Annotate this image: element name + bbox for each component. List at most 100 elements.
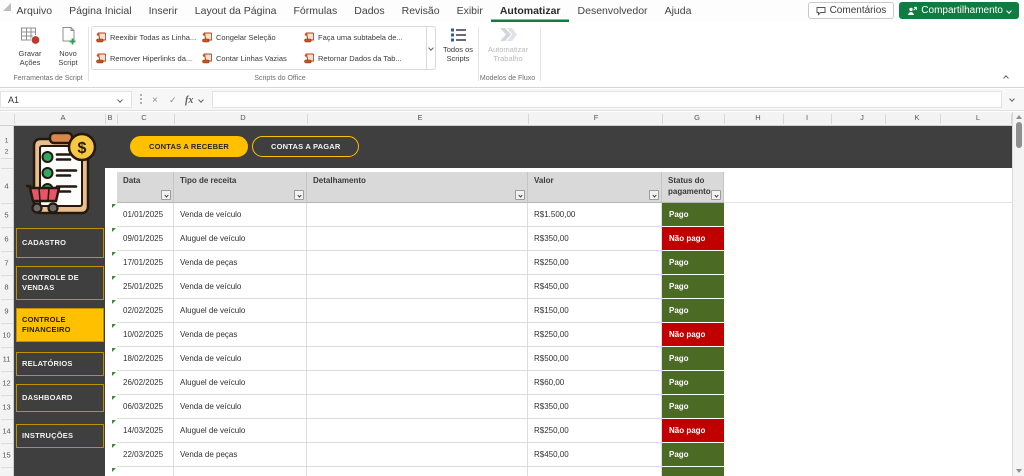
cell-type[interactable]: Aluguel de veículo [174,299,307,323]
cell-detail[interactable] [307,275,528,299]
cell-type[interactable]: Venda de veículo [174,395,307,419]
column-header-f[interactable]: F [594,113,599,122]
script-item-retornar-dados-da-tab[interactable]: Retornar Dados da Tab... [304,53,426,64]
insert-function-button[interactable]: fx [185,89,193,111]
tab-contas-a-pagar[interactable]: CONTAS A PAGAR [252,136,359,157]
cell-type[interactable]: Venda de peças [174,251,307,275]
vertical-scrollbar[interactable] [1012,112,1024,476]
column-header-e[interactable]: E [417,113,422,122]
row-header-10[interactable]: 10 [0,331,13,340]
cell-type[interactable]: Aluguel de veículo [174,419,307,443]
cell-value[interactable]: R$250,00 [528,323,662,347]
cell-detail[interactable] [307,251,528,275]
gallery-more-button[interactable] [426,27,435,69]
script-item-contar-linhas-vazias[interactable]: Contar Linhas Vazias [202,53,304,64]
column-header-d[interactable]: D [240,113,245,122]
comments-button[interactable]: Comentários [808,2,895,19]
filter-button-tipo-de-receita[interactable] [294,190,304,200]
cell-value[interactable]: R$250,00 [528,251,662,275]
row-header-8[interactable]: 8 [0,283,13,292]
script-item-reexibir-todas-as-linha[interactable]: Reexibir Todas as Linha... [96,32,202,43]
sidebar-item-dashboard[interactable]: DASHBOARD [16,384,104,412]
cell-type[interactable]: Aluguel de veículo [174,371,307,395]
scroll-up-arrow[interactable] [1016,115,1022,119]
column-filter-header-tipo-de-receita[interactable]: Tipo de receita [174,172,307,203]
column-header-j[interactable]: J [860,113,864,122]
row-header-2[interactable]: 2 [0,149,13,156]
cell-value[interactable]: R$60,00 [528,371,662,395]
status-badge[interactable]: Pago [662,275,724,299]
column-filter-header-status-do-pagamento[interactable]: Status do pagamento [662,172,724,203]
cell-detail[interactable] [307,371,528,395]
column-header-l[interactable]: L [976,113,980,122]
script-item-congelar-selecao[interactable]: Congelar Seleção [202,32,304,43]
menu-tab-desenvolvedor[interactable]: Desenvolvedor [569,0,656,22]
column-headers[interactable]: ABCDEFGHIJKL [0,112,1012,126]
row-header-12[interactable]: 12 [0,379,13,388]
confirm-entry-icon[interactable]: ✓ [169,89,177,111]
row-header-4[interactable]: 4 [0,182,13,191]
row-header-11[interactable]: 11 [0,355,13,364]
status-badge[interactable]: Pago [662,251,724,275]
menu-tab-layout-da-pagina[interactable]: Layout da Página [186,0,285,22]
status-badge[interactable]: Pago [662,347,724,371]
cell-type[interactable] [174,467,307,476]
row-header-6[interactable]: 6 [0,235,13,244]
cancel-entry-icon[interactable]: × [152,89,158,111]
cell-detail[interactable] [307,299,528,323]
status-badge[interactable]: Pago [662,395,724,419]
cell-value[interactable]: R$350,00 [528,395,662,419]
filter-button-detalhamento[interactable] [515,190,525,200]
status-badge[interactable] [662,467,724,476]
cell-detail[interactable] [307,467,528,476]
cell-detail[interactable] [307,419,528,443]
collapse-ribbon-button[interactable] [1003,75,1009,81]
cell-value[interactable]: R$450,00 [528,275,662,299]
cell-detail[interactable] [307,443,528,467]
cell-value[interactable]: R$150,00 [528,299,662,323]
status-badge[interactable]: Pago [662,203,724,227]
menu-tab-arquivo[interactable]: Arquivo [8,0,61,22]
cell-type[interactable]: Venda de veículo [174,275,307,299]
status-badge[interactable]: Não pago [662,227,724,251]
formula-input[interactable] [212,91,1002,108]
column-filter-header-detalhamento[interactable]: Detalhamento [307,172,528,203]
cell-type[interactable]: Venda de peças [174,443,307,467]
menu-tab-inserir[interactable]: Inserir [140,0,186,22]
menu-tab-formulas[interactable]: Fórmulas [285,0,346,22]
column-filter-header-valor[interactable]: Valor [528,172,662,203]
cell-date[interactable]: 17/01/2025 [117,251,174,275]
cell-date[interactable] [117,467,174,476]
share-button[interactable]: Compartilhamento [899,2,1019,19]
script-item-faca-uma-subtabela-de[interactable]: Faça uma subtabela de... [304,32,426,43]
tab-contas-a-receber[interactable]: CONTAS A RECEBER [130,136,248,157]
menu-tab-revisao[interactable]: Revisão [393,0,448,22]
filter-button-data[interactable] [161,190,171,200]
cell-detail[interactable] [307,227,528,251]
expand-formula-bar-button[interactable] [1009,96,1015,102]
scrollbar-thumb[interactable] [1016,122,1022,148]
menu-tab-pagina-inicial[interactable]: Página Inicial [61,0,140,22]
menu-tab-automatizar[interactable]: Automatizar [491,0,569,22]
column-header-g[interactable]: G [694,113,700,122]
cell-date[interactable]: 09/01/2025 [117,227,174,251]
all-scripts-button[interactable]: Todos os Scripts [441,27,475,64]
menu-tab-ajuda[interactable]: Ajuda [656,0,700,22]
cell-date[interactable]: 26/02/2025 [117,371,174,395]
cell-detail[interactable] [307,203,528,227]
cell-date[interactable]: 14/03/2025 [117,419,174,443]
row-headers[interactable]: 12456789101112131415 [0,126,14,476]
script-item-remover-hiperlinks-da[interactable]: Remover Hiperlinks da... [96,53,202,64]
column-header-i[interactable]: I [806,113,808,122]
cell-type[interactable]: Venda de veículo [174,347,307,371]
cell-value[interactable]: R$450,00 [528,443,662,467]
cell-date[interactable]: 01/01/2025 [117,203,174,227]
column-header-k[interactable]: K [914,113,919,122]
cell-detail[interactable] [307,323,528,347]
cell-date[interactable]: 22/03/2025 [117,443,174,467]
select-all-corner[interactable] [3,3,11,11]
cell-type[interactable]: Aluguel de veículo [174,227,307,251]
row-header-1[interactable]: 1 [0,138,13,145]
cell-date[interactable]: 18/02/2025 [117,347,174,371]
sidebar-item-instrucoes[interactable]: INSTRUÇÕES [16,424,104,448]
